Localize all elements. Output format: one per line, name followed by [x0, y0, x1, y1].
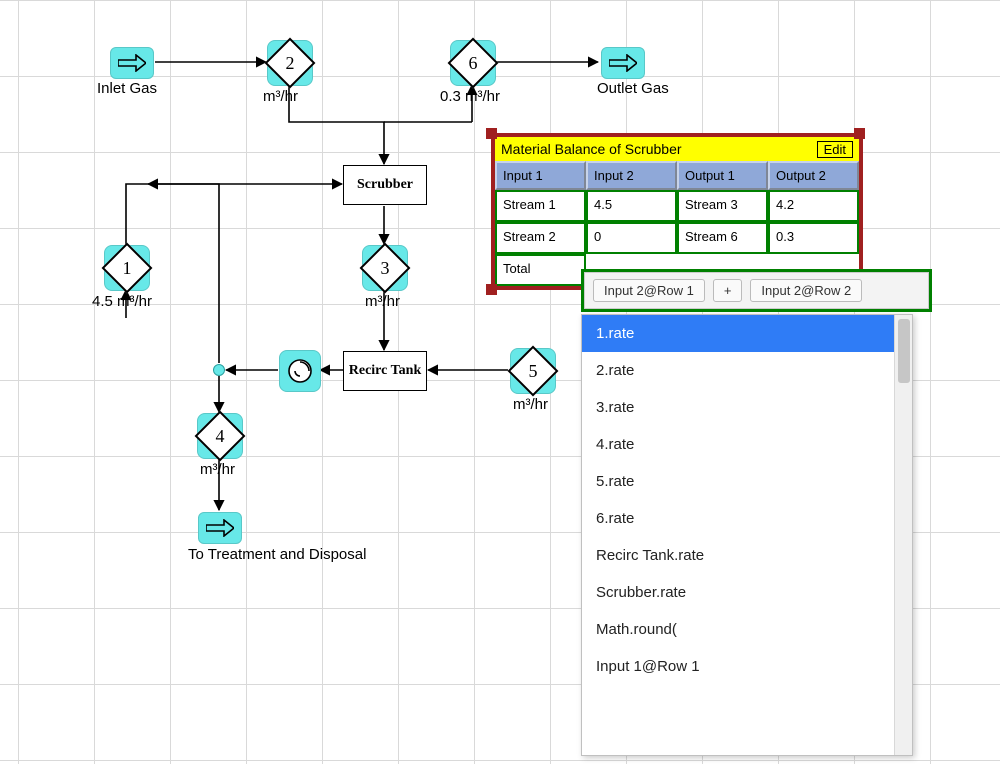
panel-title: Material Balance of Scrubber: [501, 141, 682, 157]
stream-node-6-rate: 0.3 m³/hr: [440, 88, 500, 105]
stream-node-5[interactable]: 5: [510, 348, 556, 394]
stream-node-2-num: 2: [286, 53, 295, 74]
dropdown-option[interactable]: 6.rate: [582, 500, 912, 537]
stream-node-1-rate: 4.5 m³/hr: [92, 293, 152, 310]
dropdown-option[interactable]: 3.rate: [582, 389, 912, 426]
cell[interactable]: Stream 1: [495, 190, 586, 222]
stream-node-3-rate: m³/hr: [365, 293, 400, 310]
resize-handle[interactable]: [486, 284, 497, 295]
formula-editor[interactable]: Input 2@Row 1 + Input 2@Row 2: [581, 269, 932, 312]
cell[interactable]: Stream 3: [677, 190, 768, 222]
formula-token[interactable]: Input 2@Row 2: [750, 279, 862, 302]
dropdown-option[interactable]: 5.rate: [582, 463, 912, 500]
stream-node-2-rate: m³/hr: [263, 88, 298, 105]
col-header[interactable]: Input 2: [586, 161, 677, 190]
dropdown-option[interactable]: 2.rate: [582, 352, 912, 389]
col-header[interactable]: Output 2: [768, 161, 859, 190]
formula-token[interactable]: Input 2@Row 1: [593, 279, 705, 302]
pump-icon[interactable]: [279, 350, 321, 392]
stream-node-3-num: 3: [381, 258, 390, 279]
stream-node-5-rate: m³/hr: [513, 396, 548, 413]
outlet-gas-label: Outlet Gas: [597, 80, 669, 97]
scrollbar-track[interactable]: [894, 315, 912, 755]
dropdown-option[interactable]: 1.rate: [582, 315, 912, 352]
col-header[interactable]: Output 1: [677, 161, 768, 190]
cell[interactable]: Total: [495, 254, 586, 286]
stream-node-3[interactable]: 3: [362, 245, 408, 291]
stream-node-4-num: 4: [216, 426, 225, 447]
balance-grid: Input 1 Input 2 Output 1 Output 2 Stream…: [495, 161, 859, 286]
cell[interactable]: 0: [586, 222, 677, 254]
pipe-junction: [213, 364, 225, 376]
cell[interactable]: 0.3: [768, 222, 859, 254]
to-treatment-icon[interactable]: [198, 512, 242, 544]
to-treatment-label: To Treatment and Disposal: [188, 546, 366, 563]
unit-recirc-tank[interactable]: Recirc Tank: [343, 351, 427, 391]
stream-node-6[interactable]: 6: [450, 40, 496, 86]
stream-node-4-rate: m³/hr: [200, 461, 235, 478]
stream-node-1[interactable]: 1: [104, 245, 150, 291]
dropdown-option[interactable]: 4.rate: [582, 426, 912, 463]
cell[interactable]: 4.5: [586, 190, 677, 222]
edit-button[interactable]: Edit: [817, 141, 853, 158]
outlet-gas-icon[interactable]: [601, 47, 645, 79]
scrollbar-thumb[interactable]: [898, 319, 910, 383]
cell[interactable]: Stream 2: [495, 222, 586, 254]
dropdown-option[interactable]: Scrubber.rate: [582, 574, 912, 611]
cell[interactable]: Stream 6: [677, 222, 768, 254]
cell[interactable]: 4.2: [768, 190, 859, 222]
autocomplete-dropdown[interactable]: 1.rate 2.rate 3.rate 4.rate 5.rate 6.rat…: [581, 314, 913, 756]
inlet-gas-label: Inlet Gas: [97, 80, 157, 97]
dropdown-option[interactable]: Math.round(: [582, 611, 912, 648]
dropdown-option[interactable]: Input 1@Row 1: [582, 648, 912, 685]
stream-node-1-num: 1: [123, 258, 132, 279]
stream-node-2[interactable]: 2: [267, 40, 313, 86]
material-balance-panel[interactable]: Material Balance of Scrubber Edit Input …: [491, 133, 863, 290]
stream-node-4[interactable]: 4: [197, 413, 243, 459]
formula-operator[interactable]: +: [713, 279, 743, 302]
inlet-gas-icon[interactable]: [110, 47, 154, 79]
resize-handle[interactable]: [854, 128, 865, 139]
stream-node-5-num: 5: [529, 361, 538, 382]
unit-scrubber[interactable]: Scrubber: [343, 165, 427, 205]
col-header[interactable]: Input 1: [495, 161, 586, 190]
dropdown-option[interactable]: Recirc Tank.rate: [582, 537, 912, 574]
stream-node-6-num: 6: [469, 53, 478, 74]
resize-handle[interactable]: [486, 128, 497, 139]
